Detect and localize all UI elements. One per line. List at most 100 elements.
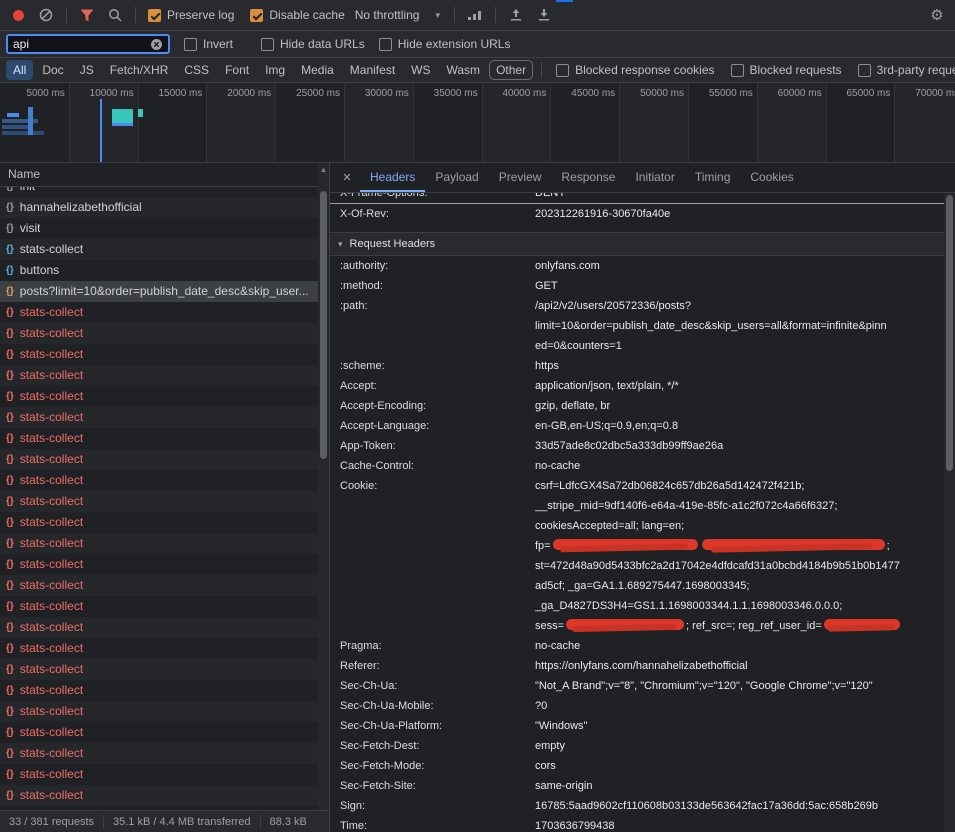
- search-button[interactable]: [103, 3, 127, 27]
- filter-chip-img[interactable]: Img: [258, 60, 292, 80]
- request-row[interactable]: {}stats-collect: [0, 407, 329, 428]
- invert-checkbox[interactable]: Invert: [184, 37, 233, 51]
- filter-chip-ws[interactable]: WS: [404, 60, 437, 80]
- tab-preview[interactable]: Preview: [489, 163, 552, 192]
- filter-chip-font[interactable]: Font: [218, 60, 256, 80]
- request-row[interactable]: {}stats-collect: [0, 701, 329, 722]
- request-row[interactable]: {}stats-collect: [0, 575, 329, 596]
- request-row[interactable]: {}stats-collect: [0, 617, 329, 638]
- name-column-header[interactable]: Name: [0, 163, 329, 187]
- hide-data-urls-checkbox[interactable]: Hide data URLs: [261, 37, 365, 51]
- filter-chip-media[interactable]: Media: [294, 60, 341, 80]
- checkbox-box-icon: [250, 9, 263, 22]
- clear-button[interactable]: [34, 3, 58, 27]
- tab-response[interactable]: Response: [551, 163, 625, 192]
- request-row[interactable]: {}stats-collect: [0, 302, 329, 323]
- header-value: https: [535, 356, 944, 376]
- header-value-text: ad5cf; _ga=GA1.1.689275447.1698003345;: [535, 580, 749, 592]
- request-row[interactable]: {}stats-collect: [0, 428, 329, 449]
- request-row[interactable]: {}stats-collect: [0, 638, 329, 659]
- settings-gear-button[interactable]: ⚙: [925, 3, 949, 27]
- request-row[interactable]: {}stats-collect: [0, 785, 329, 806]
- throttling-select[interactable]: No throttling ▾: [349, 8, 446, 22]
- request-row[interactable]: {}init: [0, 187, 329, 197]
- details-scrollbar[interactable]: [944, 193, 955, 832]
- filter-chip-js[interactable]: JS: [73, 60, 101, 80]
- headers-pane: X-Frame-Options:DENYX-Of-Rev:20231226191…: [330, 193, 955, 832]
- request-row[interactable]: {}stats-collect: [0, 596, 329, 617]
- tab-initiator[interactable]: Initiator: [625, 163, 684, 192]
- hide-extension-urls-checkbox[interactable]: Hide extension URLs: [379, 37, 511, 51]
- preserve-log-checkbox[interactable]: Preserve log: [148, 8, 234, 22]
- blocked-requests-checkbox[interactable]: Blocked requests: [731, 63, 842, 77]
- clear-filter-icon[interactable]: [150, 38, 163, 51]
- request-list-viewport: {}init{}hannahelizabethofficial{}visit{}…: [0, 187, 329, 810]
- requests-count: 33 / 381 requests: [0, 815, 104, 829]
- import-har-button[interactable]: [504, 3, 528, 27]
- request-row[interactable]: {}stats-collect: [0, 323, 329, 344]
- request-row[interactable]: {}stats-collect: [0, 491, 329, 512]
- export-har-button[interactable]: [532, 3, 556, 27]
- waterfall-activity-bar: [28, 107, 33, 135]
- request-row[interactable]: {}stats-collect: [0, 386, 329, 407]
- filter-chip-wasm[interactable]: Wasm: [440, 60, 488, 80]
- disable-cache-checkbox[interactable]: Disable cache: [250, 8, 344, 22]
- network-conditions-button[interactable]: [463, 3, 487, 27]
- header-row: Accept-Language:en-GB,en-US;q=0.9,en;q=0…: [330, 416, 944, 436]
- request-name: stats-collect: [20, 491, 83, 512]
- request-row[interactable]: {}stats-collect: [0, 554, 329, 575]
- timeline-tick-label: 55000 ms: [689, 88, 753, 99]
- section-title: Request Headers: [350, 238, 436, 250]
- close-details-button[interactable]: ×: [334, 163, 360, 192]
- scroll-up-arrow-icon[interactable]: ▲: [318, 163, 329, 176]
- request-list-scrollbar[interactable]: ▲: [318, 163, 329, 810]
- request-row[interactable]: {}stats-collect: [0, 743, 329, 764]
- request-row[interactable]: {}stats-collect: [0, 449, 329, 470]
- request-row[interactable]: {}stats-collect: [0, 344, 329, 365]
- filter-chip-doc[interactable]: Doc: [35, 60, 70, 80]
- request-row[interactable]: {}stats-collect: [0, 239, 329, 260]
- tab-cookies[interactable]: Cookies: [740, 163, 803, 192]
- filter-input[interactable]: api: [6, 34, 170, 54]
- request-row[interactable]: {}stats-collect: [0, 659, 329, 680]
- filter-chip-other[interactable]: Other: [489, 60, 533, 80]
- request-row[interactable]: {}stats-collect: [0, 533, 329, 554]
- request-row[interactable]: {}visit: [0, 218, 329, 239]
- request-headers-section-header[interactable]: ▾ Request Headers: [330, 232, 944, 256]
- 3rd-party-requests-checkbox[interactable]: 3rd-party requests: [858, 63, 955, 77]
- script-icon: {}: [6, 680, 14, 701]
- request-name: stats-collect: [20, 470, 83, 491]
- request-row[interactable]: {}hannahelizabethofficial: [0, 197, 329, 218]
- record-button[interactable]: [6, 3, 30, 27]
- clear-icon: [39, 8, 53, 22]
- filter-chip-manifest[interactable]: Manifest: [343, 60, 402, 80]
- header-row: X-Of-Rev:202312261916-30670fa40e: [330, 204, 944, 224]
- request-row[interactable]: {}buttons: [0, 260, 329, 281]
- disclosure-triangle-icon: ▾: [338, 239, 343, 250]
- request-row[interactable]: {}stats-collect: [0, 470, 329, 491]
- blocked-response-cookies-checkbox[interactable]: Blocked response cookies: [556, 63, 714, 77]
- request-name: stats-collect: [20, 596, 83, 617]
- filter-chip-all[interactable]: All: [6, 60, 33, 80]
- request-row[interactable]: {}posts?limit=10&order=publish_date_desc…: [0, 281, 329, 302]
- waterfall-activity-bar: [2, 131, 44, 135]
- request-row[interactable]: {}stats-collect: [0, 722, 329, 743]
- request-row[interactable]: {}stats-collect: [0, 512, 329, 533]
- devtools-network-panel: Preserve log Disable cache No throttling…: [0, 0, 955, 832]
- request-row[interactable]: {}stats-collect: [0, 764, 329, 785]
- network-overview-timeline[interactable]: 5000 ms10000 ms15000 ms20000 ms25000 ms3…: [0, 83, 955, 163]
- filter-chip-css[interactable]: CSS: [177, 60, 216, 80]
- tab-headers[interactable]: Headers: [360, 163, 425, 192]
- header-name: Sec-Ch-Ua-Mobile:: [330, 696, 535, 716]
- request-row[interactable]: {}stats-collect: [0, 680, 329, 701]
- header-value: 16785:5aad9602cf110608b03133de563642fac1…: [535, 796, 944, 816]
- scrollbar-thumb[interactable]: [320, 191, 327, 459]
- filter-button[interactable]: [75, 3, 99, 27]
- request-row[interactable]: {}stats-collect: [0, 365, 329, 386]
- tab-payload[interactable]: Payload: [425, 163, 488, 192]
- scrollbar-thumb[interactable]: [946, 195, 953, 471]
- tab-timing[interactable]: Timing: [685, 163, 741, 192]
- script-icon: {}: [6, 218, 14, 239]
- checkbox-box-icon: [731, 64, 744, 77]
- filter-chip-fetch-xhr[interactable]: Fetch/XHR: [103, 60, 176, 80]
